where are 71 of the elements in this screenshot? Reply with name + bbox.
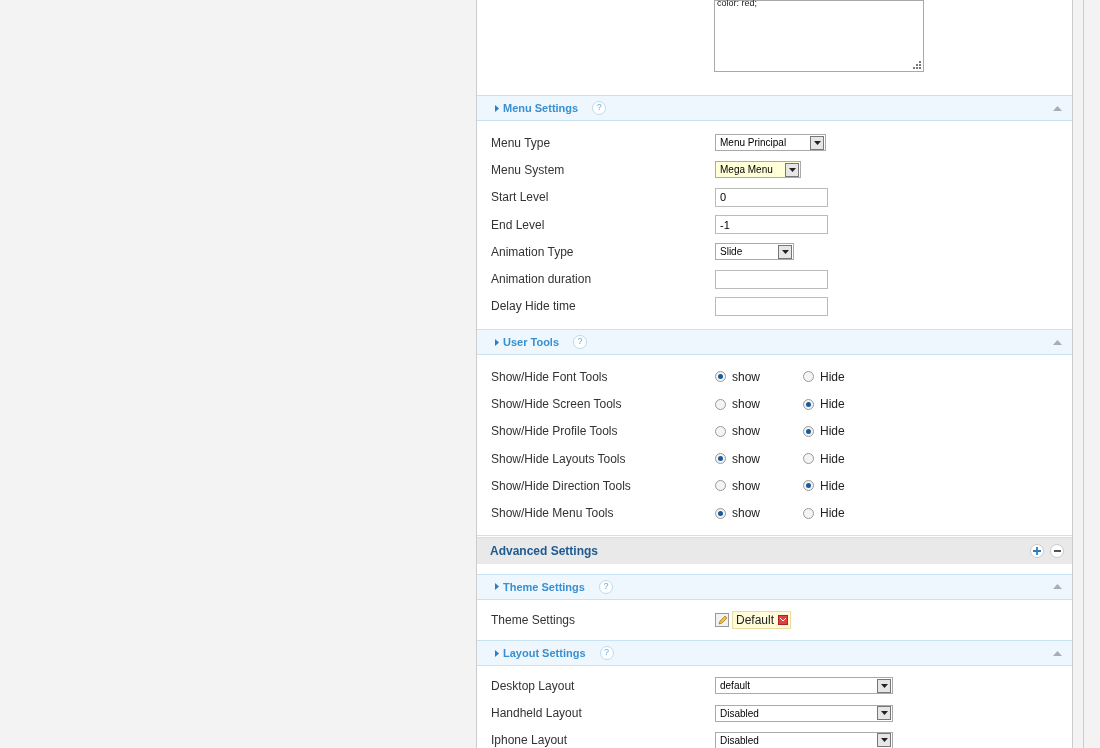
expand-all-icon[interactable] [1030, 543, 1044, 558]
radio-option[interactable]: Hide [803, 449, 891, 468]
collapse-icon[interactable] [1053, 339, 1062, 345]
field-label: Show/Hide Direction Tools [491, 477, 632, 495]
section-title: Menu Settings [503, 100, 579, 116]
input-field[interactable]: -1 [715, 215, 828, 235]
field-label: Menu Type [491, 134, 552, 152]
select-field[interactable]: Mega Menu [715, 161, 801, 179]
radio-option[interactable]: Hide [803, 504, 891, 523]
collapse-all-icon[interactable] [1050, 543, 1064, 558]
radio-button[interactable] [803, 425, 814, 437]
field-label: Show/Hide Font Tools [491, 368, 609, 386]
radio-option[interactable]: Hide [803, 395, 891, 413]
field-label: Handheld Layout [491, 705, 583, 723]
select-field[interactable]: default [715, 677, 893, 695]
radio-button[interactable] [715, 371, 726, 383]
field-label: Animation duration [491, 271, 593, 289]
select-field[interactable]: Slide [715, 243, 794, 261]
caret-icon [495, 338, 499, 346]
radio-option[interactable]: show [715, 504, 803, 523]
field-label: Theme Settings [491, 611, 577, 629]
resize-grip-icon[interactable] [913, 61, 921, 69]
section-title: User Tools [503, 334, 560, 350]
radio-option[interactable]: show [715, 422, 803, 441]
radio-button[interactable] [803, 507, 814, 519]
radio-button[interactable] [803, 371, 814, 383]
edit-pencil-icon[interactable] [715, 612, 729, 627]
field-label: Show/Hide Menu Tools [491, 505, 615, 523]
input-field[interactable] [715, 269, 828, 289]
input-field[interactable]: 0 [715, 187, 828, 207]
radio-button[interactable] [715, 507, 726, 519]
field-label: Animation Type [491, 243, 575, 261]
radio-option[interactable]: Hide [803, 367, 891, 386]
field-label: Show/Hide Profile Tools [491, 423, 619, 441]
section-title: Theme Settings [503, 579, 585, 595]
field-label: Delay Hide time [491, 298, 577, 316]
theme-chip[interactable]: Default [732, 610, 792, 629]
radio-option[interactable]: show [715, 395, 803, 413]
radio-option[interactable]: show [715, 476, 803, 495]
text-area[interactable]: color: red; [714, 0, 924, 72]
radio-option[interactable]: show [715, 367, 803, 386]
radio-button[interactable] [715, 480, 726, 492]
radio-button[interactable] [715, 398, 726, 410]
field-label: Desktop Layout [491, 677, 576, 695]
radio-button[interactable] [715, 425, 726, 437]
radio-option[interactable]: Hide [803, 476, 891, 495]
field-label: Start Level [491, 189, 550, 207]
select-field[interactable]: Disabled [715, 704, 893, 722]
section-title: Layout Settings [503, 645, 586, 661]
collapse-icon[interactable] [1053, 105, 1062, 111]
radio-option[interactable]: show [715, 449, 803, 468]
field-label: End Level [491, 216, 546, 234]
radio-button[interactable] [715, 453, 726, 465]
field-label: Menu System [491, 161, 566, 179]
caret-icon [495, 104, 499, 112]
field-label: Show/Hide Screen Tools [491, 396, 623, 413]
field-label: Iphone Layout [491, 732, 569, 748]
radio-button[interactable] [803, 453, 814, 465]
group-title: Advanced Settings [490, 542, 599, 560]
input-field[interactable] [715, 296, 828, 316]
collapse-icon[interactable] [1053, 584, 1062, 590]
radio-button[interactable] [803, 398, 814, 410]
field-label: Show/Hide Layouts Tools [491, 450, 627, 468]
remove-icon[interactable] [778, 614, 789, 625]
collapse-icon[interactable] [1053, 650, 1062, 656]
radio-option[interactable]: Hide [803, 422, 891, 441]
select-field[interactable]: Disabled [715, 731, 893, 748]
caret-icon [495, 583, 499, 591]
caret-icon [495, 649, 499, 657]
select-field[interactable]: Menu Principal [715, 134, 826, 152]
radio-button[interactable] [803, 480, 814, 492]
